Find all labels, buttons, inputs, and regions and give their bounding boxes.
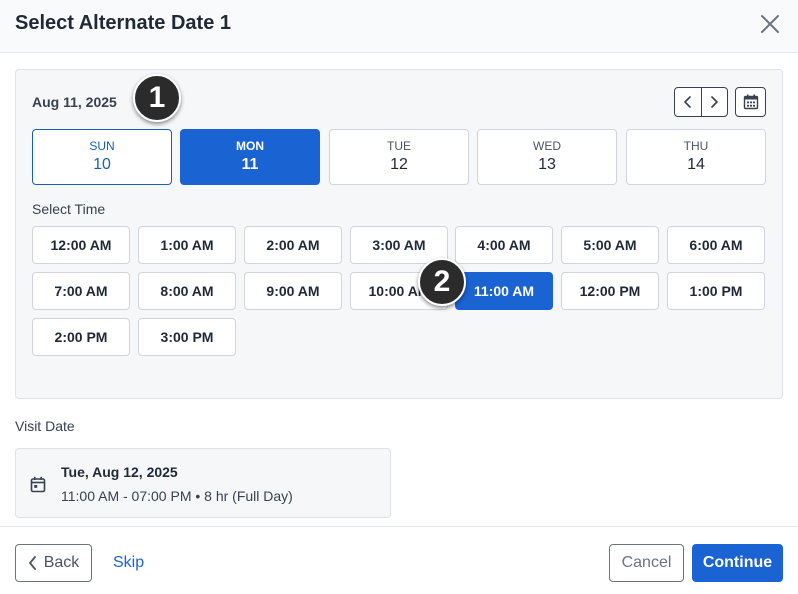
time-slot-12am[interactable]: 12:00 AM	[32, 226, 130, 264]
skip-link[interactable]: Skip	[113, 554, 144, 572]
visit-date-value: Tue, Aug 12, 2025	[61, 464, 178, 480]
chevron-left-icon	[28, 556, 36, 570]
time-slot-4am[interactable]: 4:00 AM	[455, 226, 553, 264]
day-number: 11	[241, 156, 259, 173]
date-time-panel: Aug 11, 2025 1 SUN 10 MON 11 TUE 12 WED …	[15, 69, 783, 399]
dialog-title: Select Alternate Date 1	[15, 12, 232, 34]
dialog-header: Select Alternate Date 1	[0, 0, 798, 53]
current-date-label: Aug 11, 2025	[32, 94, 117, 110]
chevron-right-icon	[711, 96, 719, 108]
time-slot-12pm[interactable]: 12:00 PM	[561, 272, 659, 310]
day-thu[interactable]: THU 14	[626, 129, 766, 185]
day-number: 14	[687, 156, 705, 173]
visit-date-label: Visit Date	[15, 418, 75, 434]
day-mon[interactable]: MON 11	[180, 129, 320, 185]
close-icon	[761, 15, 779, 33]
back-button[interactable]: Back	[15, 544, 92, 582]
close-button[interactable]	[756, 10, 784, 38]
calendar-icon	[743, 94, 758, 110]
time-slot-7am[interactable]: 7:00 AM	[32, 272, 130, 310]
day-name: WED	[533, 139, 561, 153]
calendar-picker-button[interactable]	[735, 87, 766, 117]
time-slot-3pm[interactable]: 3:00 PM	[138, 318, 236, 356]
day-number: 13	[538, 156, 556, 173]
time-slot-11am[interactable]: 11:00 AM	[455, 272, 553, 310]
day-number: 10	[93, 156, 111, 173]
time-slot-1pm[interactable]: 1:00 PM	[667, 272, 765, 310]
time-slot-1am[interactable]: 1:00 AM	[138, 226, 236, 264]
time-slot-8am[interactable]: 8:00 AM	[138, 272, 236, 310]
day-number: 12	[390, 156, 408, 173]
time-slot-2am[interactable]: 2:00 AM	[244, 226, 342, 264]
dialog-footer: Back Skip Cancel Continue	[0, 526, 798, 594]
time-slot-2pm[interactable]: 2:00 PM	[32, 318, 130, 356]
day-name: TUE	[387, 139, 411, 153]
visit-time-value: 11:00 AM - 07:00 PM • 8 hr (Full Day)	[61, 488, 293, 504]
time-slot-9am[interactable]: 9:00 AM	[244, 272, 342, 310]
visit-date-card: Tue, Aug 12, 2025 11:00 AM - 07:00 PM • …	[15, 448, 391, 518]
day-tue[interactable]: TUE 12	[329, 129, 469, 185]
annotation-badge-1: 1	[133, 74, 181, 122]
chevron-left-icon	[684, 96, 691, 108]
calendar-icon	[30, 476, 46, 493]
week-navigation	[674, 87, 728, 117]
day-wed[interactable]: WED 13	[477, 129, 617, 185]
day-sun[interactable]: SUN 10	[32, 129, 172, 185]
cancel-button[interactable]: Cancel	[609, 544, 684, 582]
day-name: THU	[683, 139, 709, 153]
select-time-label: Select Time	[32, 201, 106, 217]
time-slot-5am[interactable]: 5:00 AM	[561, 226, 659, 264]
next-week-button[interactable]	[700, 88, 727, 116]
annotation-badge-2: 2	[418, 258, 466, 306]
day-name: SUN	[89, 139, 115, 153]
day-name: MON	[236, 139, 264, 153]
continue-button[interactable]: Continue	[692, 544, 783, 582]
back-button-label: Back	[43, 554, 80, 571]
time-slot-6am[interactable]: 6:00 AM	[667, 226, 765, 264]
previous-week-button[interactable]	[675, 88, 701, 116]
